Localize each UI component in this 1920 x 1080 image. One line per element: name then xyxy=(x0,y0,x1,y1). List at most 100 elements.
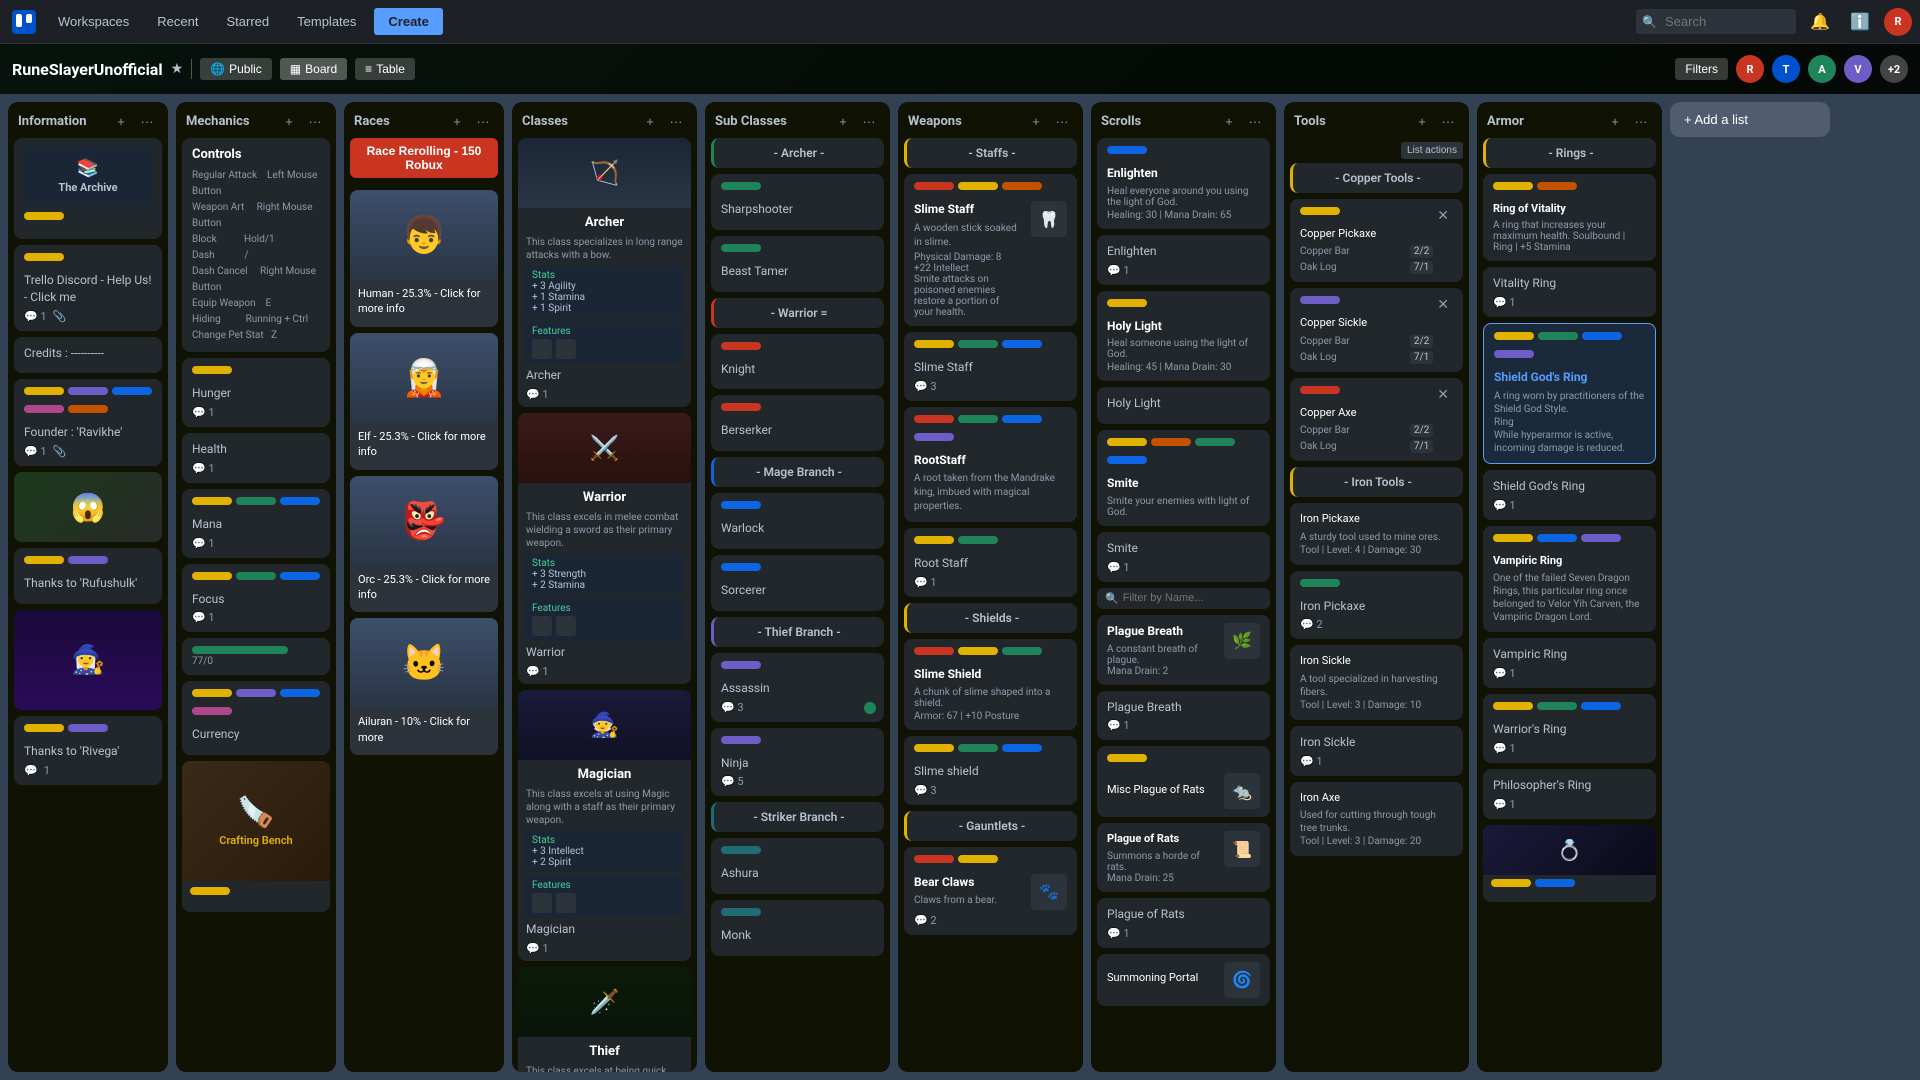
list-menu-button-classes[interactable]: ··· xyxy=(665,110,687,132)
card-mana[interactable]: Mana 💬 1 xyxy=(182,489,330,558)
subclass-header-mage[interactable]: - Mage Branch - xyxy=(711,457,884,487)
card-bear-claws[interactable]: Bear Claws Claws from a bear. 🐾 💬 2 xyxy=(904,847,1077,935)
card-iron-pickaxe[interactable]: Iron Pickaxe 💬 2 xyxy=(1290,571,1463,640)
list-add-button-mechanics[interactable]: + xyxy=(278,110,300,132)
card-vampiric-ring-2[interactable]: Vampiric Ring 💬 1 xyxy=(1483,638,1656,688)
card-currency[interactable]: Currency xyxy=(182,681,330,755)
subclass-header-warrior[interactable]: - Warrior = xyxy=(711,298,884,328)
card-berserker[interactable]: Berserker xyxy=(711,395,884,451)
card-ring-vitality-desc[interactable]: Ring of Vitality A ring that increases y… xyxy=(1483,174,1656,261)
card-founder[interactable]: Founder : 'Ravikhe' 💬 1 📎 xyxy=(14,379,162,466)
card-class-warrior[interactable]: ⚔️ Warrior This class excels in melee co… xyxy=(518,413,691,684)
add-list-button[interactable]: + Add a list xyxy=(1670,102,1830,137)
board-star-icon[interactable]: ★ xyxy=(171,61,184,77)
card-portrait[interactable]: 🧙‍♀️ xyxy=(14,610,162,710)
subclass-header-striker[interactable]: - Striker Branch - xyxy=(711,802,884,832)
member-overflow[interactable]: +2 xyxy=(1880,55,1908,83)
card-hunger[interactable]: Hunger 💬 1 xyxy=(182,358,330,427)
subclass-header-thief[interactable]: - Thief Branch - xyxy=(711,617,884,647)
card-crafting-bench[interactable]: 🪚 Crafting Bench xyxy=(182,761,330,912)
armor-header-rings[interactable]: - Rings - xyxy=(1483,138,1656,168)
card-knight[interactable]: Knight xyxy=(711,334,884,390)
card-health[interactable]: Health 💬 1 xyxy=(182,433,330,483)
card-root-staff[interactable]: RootStaff A root taken from the Mandrake… xyxy=(904,407,1077,523)
card-discord[interactable]: Trello Discord - Help Us! - Click me 💬 1… xyxy=(14,245,162,331)
card-bottom[interactable]: Thanks to 'Rivega' 💬 1 xyxy=(14,716,162,785)
card-enlighten[interactable]: Enlighten Heal everyone around you using… xyxy=(1097,138,1270,229)
card-iron-sickle-desc[interactable]: Iron Sickle A tool specialized in harves… xyxy=(1290,645,1463,719)
weapon-header-shields[interactable]: - Shields - xyxy=(904,603,1077,633)
card-monk[interactable]: Monk xyxy=(711,900,884,956)
card-class-thief[interactable]: 🗡️ Thief This class excels at being quic… xyxy=(518,967,691,1072)
card-copper-pickaxe[interactable]: Copper Pickaxe Copper Bar2/2 Oak Log7/1 … xyxy=(1290,199,1463,282)
list-menu-button-armor[interactable]: ··· xyxy=(1630,110,1652,132)
list-add-button-classes[interactable]: + xyxy=(639,110,661,132)
card-copper-sickle[interactable]: Copper Sickle Copper Bar2/2 Oak Log7/1 ✕ xyxy=(1290,288,1463,371)
card-sharpshooter[interactable]: Sharpshooter xyxy=(711,174,884,230)
workspaces-button[interactable]: Workspaces xyxy=(48,10,139,33)
member-avatar-3[interactable]: A xyxy=(1808,55,1836,83)
card-shield-gods-ring[interactable]: Shield God's Ring A ring worn by practit… xyxy=(1483,323,1656,464)
card-enlighten-2[interactable]: Enlighten 💬 1 xyxy=(1097,235,1270,285)
remove-button[interactable]: ✕ xyxy=(1433,386,1453,403)
list-menu-button-races[interactable]: ··· xyxy=(472,110,494,132)
table-view-button[interactable]: ≡ Table xyxy=(355,58,415,80)
remove-button[interactable]: ✕ xyxy=(1433,207,1453,224)
list-add-button-subclasses[interactable]: + xyxy=(832,110,854,132)
member-avatar-1[interactable]: R xyxy=(1736,55,1764,83)
card-plague-rats-2[interactable]: Plague of Rats 💬 1 xyxy=(1097,898,1270,948)
list-menu-button-information[interactable]: ··· xyxy=(136,110,158,132)
card-robux[interactable]: Race Rerolling - 150 Robux xyxy=(350,138,498,184)
card-assassin[interactable]: Assassin 💬 3 xyxy=(711,653,884,722)
trello-logo[interactable] xyxy=(8,6,40,38)
list-add-button-armor[interactable]: + xyxy=(1604,110,1626,132)
list-add-button-weapons[interactable]: + xyxy=(1025,110,1047,132)
card-philosophers-ring[interactable]: Philosopher's Ring 💬 1 xyxy=(1483,769,1656,819)
card-sorcerer[interactable]: Sorcerer xyxy=(711,555,884,611)
card-race-ailuran[interactable]: 🐱 Ailuran - 10% - Click for more xyxy=(350,618,498,755)
list-menu-button-scrolls[interactable]: ··· xyxy=(1244,110,1266,132)
card-plague-rats[interactable]: Plague of Rats Summons a horde of rats. … xyxy=(1097,823,1270,891)
avatar[interactable]: R xyxy=(1884,8,1912,36)
tools-header-copper[interactable]: - Copper Tools - xyxy=(1290,163,1463,193)
weapon-header-staffs[interactable]: - Staffs - xyxy=(904,138,1077,168)
card-ninja[interactable]: Ninja 💬 5 xyxy=(711,728,884,797)
card-copper-axe[interactable]: Copper Axe Copper Bar2/2 Oak Log7/1 ✕ xyxy=(1290,378,1463,461)
card-race-orc[interactable]: 👺 Orc - 25.3% - Click for more info xyxy=(350,476,498,613)
card-holy-light-2[interactable]: Holy Light xyxy=(1097,387,1270,424)
card-controls[interactable]: Controls Regular Attack Left Mouse Butto… xyxy=(182,138,330,352)
card-face-image[interactable]: 😱 xyxy=(14,472,162,542)
card-warriors-ring[interactable]: Warrior's Ring 💬 1 xyxy=(1483,694,1656,763)
list-menu-button-subclasses[interactable]: ··· xyxy=(858,110,880,132)
starred-button[interactable]: Starred xyxy=(217,10,280,33)
list-actions-button[interactable]: List actions xyxy=(1401,142,1463,159)
card-shield-gods-ring-2[interactable]: Shield God's Ring 💬 1 xyxy=(1483,470,1656,520)
filter-input[interactable] xyxy=(1123,592,1265,604)
notification-button[interactable]: 🔔 xyxy=(1804,6,1836,38)
card-thanks-rufushulk[interactable]: Thanks to 'Rufushulk' xyxy=(14,548,162,604)
card-credits[interactable]: Credits : ---------- xyxy=(14,337,162,374)
card-iron-axe-desc[interactable]: Iron Axe Used for cutting through tough … xyxy=(1290,782,1463,856)
subclass-header-archer[interactable]: - Archer - xyxy=(711,138,884,168)
card-misc-rats[interactable]: Misc Plague of Rats 🐀 xyxy=(1097,746,1270,817)
card-beast-tamer[interactable]: Beast Tamer xyxy=(711,236,884,292)
visibility-button[interactable]: 🌐 Public xyxy=(200,58,272,80)
card-iron-pickaxe-desc[interactable]: Iron Pickaxe A sturdy tool used to mine … xyxy=(1290,503,1463,564)
card-plague-breath[interactable]: Plague Breath A constant breath of plagu… xyxy=(1097,615,1270,685)
card-warlock[interactable]: Warlock xyxy=(711,493,884,549)
card-class-archer[interactable]: 🏹 Archer This class specializes in long … xyxy=(518,138,691,407)
board-title[interactable]: RuneSlayerUnofficial xyxy=(12,60,163,79)
card-vampiric-ring[interactable]: Vampiric Ring One of the failed Seven Dr… xyxy=(1483,526,1656,632)
card-ring-image[interactable]: 💍 xyxy=(1483,825,1656,902)
remove-button[interactable]: ✕ xyxy=(1433,296,1453,313)
card-vitality-ring[interactable]: Vitality Ring 💬 1 xyxy=(1483,267,1656,317)
templates-button[interactable]: Templates xyxy=(287,10,366,33)
card-smite[interactable]: Smite Smite your enemies with light of G… xyxy=(1097,430,1270,526)
member-avatar-2[interactable]: T xyxy=(1772,55,1800,83)
recent-button[interactable]: Recent xyxy=(147,10,208,33)
weapon-header-gauntlets[interactable]: - Gauntlets - xyxy=(904,811,1077,841)
member-avatar-4[interactable]: V xyxy=(1844,55,1872,83)
card-race-elf[interactable]: 🧝 Elf - 25.3% - Click for more info xyxy=(350,333,498,470)
create-button[interactable]: Create xyxy=(374,8,442,35)
list-add-button-scrolls[interactable]: + xyxy=(1218,110,1240,132)
